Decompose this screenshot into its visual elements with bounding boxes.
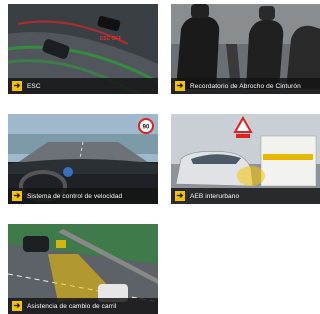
esc-off-marker: ESC OFF [100, 36, 122, 42]
feature-label: Sistema de control de velocidad [27, 192, 123, 200]
feature-label-bar: ➔ Asistencia de cambio de carril [8, 298, 158, 314]
feature-card-speed-control[interactable]: 90 ➔ Sistema de control de velocidad [8, 114, 158, 204]
arrow-right-icon: ➔ [12, 191, 22, 201]
feature-label-bar: ➔ AEB interurbano [171, 188, 320, 204]
arrow-right-icon: ➔ [175, 81, 185, 91]
arrow-right-icon: ➔ [12, 301, 22, 311]
speed-limit-sign: 90 [143, 125, 150, 131]
feature-label: Recordatorio de Abrocho de Cinturón [190, 82, 301, 90]
feature-label-bar: ➔ ESC [8, 78, 158, 94]
feature-label-bar: ➔ Recordatorio de Abrocho de Cinturón [171, 78, 320, 94]
feature-label: AEB interurbano [190, 192, 240, 200]
feature-card-esc[interactable]: ESC OFF ➔ ESC [8, 4, 158, 94]
feature-card-seatbelt-reminder[interactable]: ➔ Recordatorio de Abrocho de Cinturón [171, 4, 320, 94]
feature-label: Asistencia de cambio de carril [27, 302, 117, 310]
feature-card-lane-change-assist[interactable]: ➔ Asistencia de cambio de carril [8, 224, 158, 314]
arrow-right-icon: ➔ [175, 191, 185, 201]
arrow-right-icon: ➔ [12, 81, 22, 91]
feature-label-bar: ➔ Sistema de control de velocidad [8, 188, 158, 204]
feature-label: ESC [27, 82, 41, 90]
feature-card-aeb[interactable]: ➔ AEB interurbano [171, 114, 320, 204]
